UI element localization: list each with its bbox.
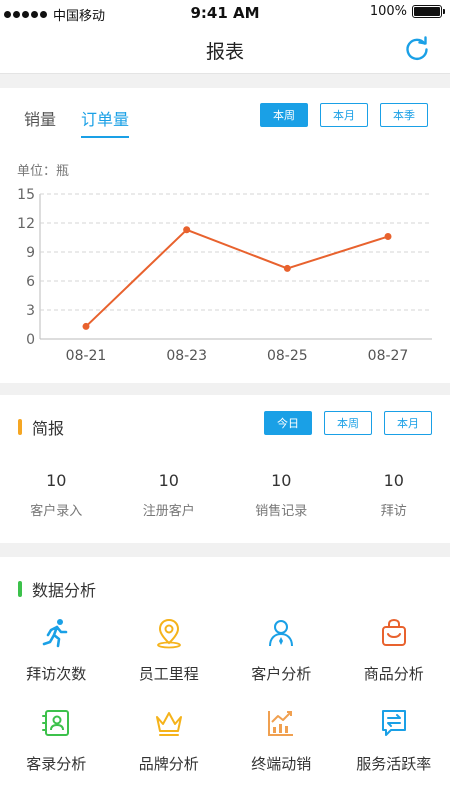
brief-card: 简报 今日 本周 本月 10 客户录入 10 注册客户 10 销售记录 10 拜…: [0, 395, 450, 543]
stat-value: 10: [158, 471, 179, 490]
x-tick-label: 08-25: [267, 348, 308, 364]
stat-registered-customers[interactable]: 10 注册客户: [113, 471, 226, 519]
stat-label: 拜访: [380, 504, 407, 519]
running-person-icon: [42, 619, 68, 648]
brief-period-month-button[interactable]: 本月: [384, 411, 432, 435]
stat-visits[interactable]: 10 拜访: [338, 471, 450, 519]
battery-icon: [412, 5, 445, 18]
analysis-item-label: 员工里程: [138, 665, 199, 683]
battery-info: 100%: [369, 4, 445, 19]
tab-sales[interactable]: 销量: [24, 106, 56, 138]
brief-accent-bar: [18, 419, 22, 435]
y-tick-label: 0: [26, 332, 35, 348]
analysis-item-label: 商品分析: [363, 665, 424, 683]
data-point: [183, 226, 191, 234]
unit-label: 单位：瓶: [17, 164, 70, 179]
analysis-item-label: 客录分析: [26, 755, 87, 773]
contact-card-icon: [42, 710, 70, 736]
analysis-item-customer-analysis[interactable]: 客户分析: [225, 617, 338, 707]
analysis-accent-bar: [18, 581, 22, 597]
trend-chart-icon: [268, 711, 294, 736]
analysis-item-label: 品牌分析: [138, 755, 199, 773]
analysis-item-employee-mileage[interactable]: 员工里程: [113, 617, 226, 707]
analysis-title: 数据分析: [32, 581, 97, 600]
brief-title: 简报: [32, 419, 65, 438]
data-point: [283, 264, 291, 272]
status-bar: 中国移动 9:41 AM 100%: [0, 0, 450, 28]
refresh-icon[interactable]: [402, 34, 432, 64]
shopping-bag-icon: [381, 618, 406, 646]
brief-stats: 10 客户录入 10 注册客户 10 销售记录 10 拜访: [0, 471, 450, 519]
y-tick-label: 12: [17, 216, 35, 232]
analysis-item-product-analysis[interactable]: 商品分析: [338, 617, 450, 707]
metric-tabs: 销量 订单量: [24, 106, 130, 138]
analysis-item-service-activity[interactable]: 服务活跃率: [338, 707, 450, 797]
battery-percent: 100%: [369, 4, 407, 19]
y-tick-label: 3: [26, 303, 35, 319]
order-line-chart: 0 3 6 9 12 15 08-21 08-23 08-25 08-27: [17, 187, 432, 364]
tab-orders[interactable]: 订单量: [81, 106, 130, 138]
analysis-item-label: 拜访次数: [26, 665, 87, 683]
x-tick-label: 08-23: [166, 348, 207, 364]
stat-value: 10: [46, 471, 67, 490]
sales-chart-card: 销量 订单量 本周 本月 本季 单位：瓶 0 3 6 9 12 15 08-21 08-23 0…: [0, 88, 450, 383]
analysis-item-terminal-sales[interactable]: 终端动销: [225, 707, 338, 797]
sales-period-quarter-button[interactable]: 本季: [380, 103, 428, 127]
sales-period-week-button[interactable]: 本周: [260, 103, 308, 127]
analysis-item-label: 客户分析: [251, 665, 312, 683]
y-tick-label: 6: [26, 274, 35, 290]
x-tick-label: 08-27: [368, 348, 409, 364]
stat-label: 注册客户: [142, 504, 195, 519]
analysis-item-label: 服务活跃率: [356, 755, 432, 773]
y-tick-label: 9: [26, 245, 35, 261]
users-icon: [269, 620, 294, 647]
stat-customer-entry[interactable]: 10 客户录入: [0, 471, 113, 519]
analysis-item-entry-analysis[interactable]: 客录分析: [0, 707, 113, 797]
data-point: [82, 322, 90, 330]
analysis-grid: 拜访次数 员工里程 客户分析 商品分析 客录分析 品牌分析 终端动销 服务活跃率: [0, 617, 450, 797]
stat-label: 销售记录: [255, 504, 308, 519]
analysis-card: 数据分析 拜访次数 员工里程 客户分析 商品分析 客录分析 品牌分析 终端动销 …: [0, 557, 450, 800]
stat-sales-records[interactable]: 10 销售记录: [225, 471, 338, 519]
stat-label: 客户录入: [30, 504, 83, 519]
data-point: [384, 233, 392, 241]
analysis-item-label: 终端动销: [251, 755, 312, 773]
analysis-item-visit-count[interactable]: 拜访次数: [0, 617, 113, 707]
brief-period-today-button[interactable]: 今日: [264, 411, 312, 435]
location-pin-icon: [156, 618, 181, 649]
stat-value: 10: [271, 471, 292, 490]
brief-period-selector: 今日 本周 本月: [264, 411, 432, 435]
stat-value: 10: [383, 471, 404, 490]
nav-bar: 报表: [0, 28, 450, 74]
brief-period-week-button[interactable]: 本周: [324, 411, 372, 435]
crown-icon: [155, 712, 182, 736]
analysis-section-title: 数据分析: [18, 577, 96, 601]
sales-period-month-button[interactable]: 本月: [320, 103, 368, 127]
analysis-item-brand-analysis[interactable]: 品牌分析: [113, 707, 226, 797]
exchange-message-icon: [381, 710, 406, 736]
brief-section-title: 简报: [18, 415, 64, 439]
x-tick-label: 08-21: [66, 348, 107, 364]
series-line: [85, 228, 389, 328]
y-tick-label: 15: [17, 187, 35, 203]
page-title: 报表: [205, 41, 244, 63]
sales-period-selector: 本周 本月 本季: [260, 103, 428, 127]
